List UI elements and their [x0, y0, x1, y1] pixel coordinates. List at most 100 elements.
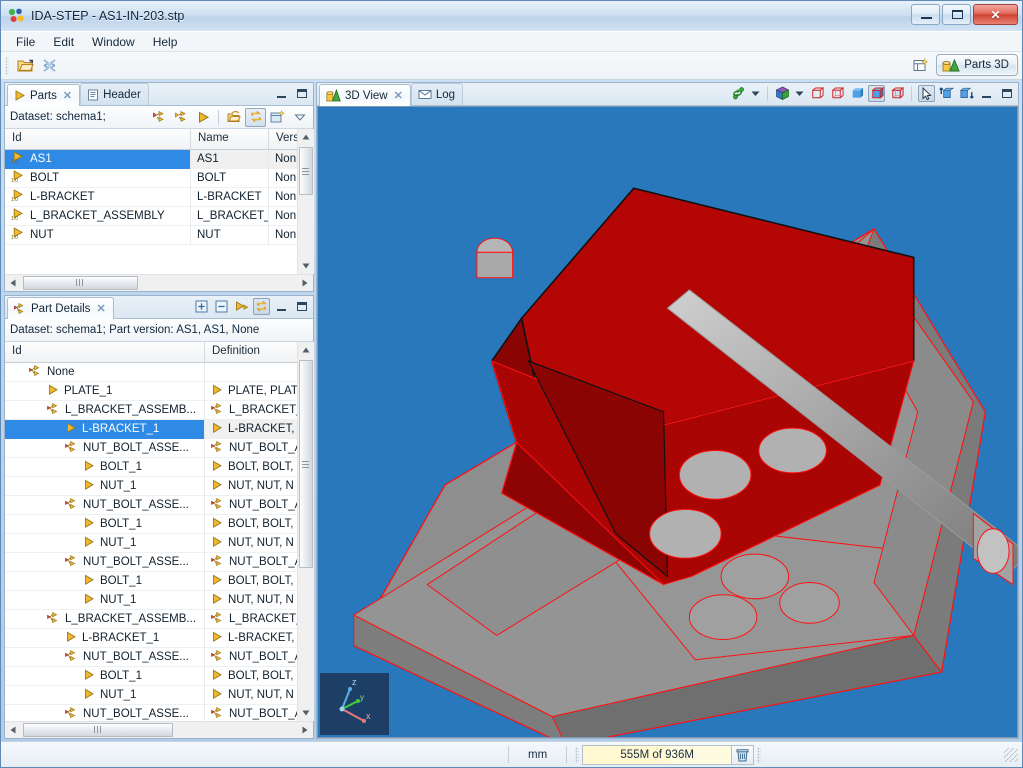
table-row[interactable]: BOLT_1 BOLT, BOLT, — [5, 666, 297, 686]
resize-grip[interactable] — [1004, 747, 1018, 762]
close-file-icon[interactable] — [37, 55, 61, 77]
collapse-all-icon[interactable] — [213, 298, 230, 315]
heap-grip[interactable] — [575, 746, 580, 763]
tab-parts[interactable]: Parts ✕ — [7, 84, 81, 106]
view-menu-icon[interactable] — [289, 108, 310, 127]
table-row[interactable]: NUT_1 NUT, NUT, N — [5, 685, 297, 705]
view-cube-dropdown-icon[interactable] — [794, 85, 805, 102]
editor-maximize-button[interactable] — [998, 85, 1015, 102]
transparent-icon[interactable] — [888, 85, 905, 102]
table-row[interactable]: PLATE_1 PLATE, PLAT — [5, 381, 297, 401]
table-row[interactable]: NUT_BOLT_ASSE... NUT_BOLT_A — [5, 495, 297, 515]
show-part-icon[interactable] — [938, 85, 955, 102]
scroll-track[interactable] — [21, 722, 297, 739]
part-details-horizontal-scrollbar[interactable] — [5, 721, 313, 738]
table-row[interactable]: BOLT_1 BOLT, BOLT, — [5, 514, 297, 534]
column-header-id[interactable]: Id — [5, 129, 191, 149]
table-row[interactable]: 1.0 AS1 AS1 Non — [5, 150, 297, 169]
parts-maximize-button[interactable] — [293, 85, 310, 102]
part-details-minimize-button[interactable] — [273, 298, 290, 315]
parts-vertical-scrollbar[interactable] — [297, 129, 314, 274]
scroll-down-icon[interactable] — [297, 258, 314, 274]
menu-file[interactable]: File — [7, 33, 44, 51]
table-row[interactable]: 1.0 L-BRACKET L-BRACKET Non — [5, 187, 297, 207]
select-tool-icon[interactable] — [918, 85, 935, 102]
minimize-button[interactable] — [911, 4, 940, 25]
tab-3d-view[interactable]: 3D View ✕ — [319, 84, 411, 106]
table-row[interactable]: L-BRACKET_1 L-BRACKET, — [5, 628, 297, 648]
open-perspective-icon[interactable] — [910, 54, 932, 76]
shaded-icon[interactable] — [848, 85, 865, 102]
scroll-right-icon[interactable] — [297, 275, 313, 291]
parts-horizontal-scrollbar[interactable] — [5, 274, 313, 291]
toolbar-grip[interactable] — [5, 56, 9, 75]
menu-edit[interactable]: Edit — [44, 33, 83, 51]
scroll-left-icon[interactable] — [5, 275, 21, 291]
scroll-track[interactable] — [297, 145, 314, 258]
scroll-thumb[interactable] — [298, 147, 313, 195]
table-row[interactable]: L_BRACKET_ASSEMB... L_BRACKET_ — [5, 400, 297, 420]
link-with-editor-icon[interactable] — [253, 298, 270, 315]
table-row[interactable]: NUT_1 NUT, NUT, N — [5, 533, 297, 553]
column-header-id[interactable]: Id — [5, 342, 205, 362]
status-grip[interactable] — [757, 746, 762, 763]
table-row[interactable]: NUT_1 NUT, NUT, N — [5, 476, 297, 496]
maximize-button[interactable] — [942, 4, 971, 25]
tab-part-details[interactable]: Part Details ✕ — [7, 297, 114, 319]
table-row[interactable]: 1.0 BOLT BOLT Non — [5, 168, 297, 188]
go-to-part-icon[interactable] — [193, 108, 214, 127]
table-row[interactable]: BOLT_1 BOLT, BOLT, — [5, 457, 297, 477]
3d-canvas[interactable]: z y x — [317, 106, 1018, 738]
trash-icon[interactable] — [732, 744, 755, 765]
column-header-name[interactable]: Name — [191, 129, 269, 149]
part-details-maximize-button[interactable] — [293, 298, 310, 315]
perspective-parts-3d[interactable]: Parts 3D — [936, 54, 1018, 76]
scroll-track[interactable] — [21, 275, 297, 292]
menu-help[interactable]: Help — [144, 33, 187, 51]
table-row[interactable]: NUT_1 NUT, NUT, N — [5, 590, 297, 610]
part-details-vertical-scrollbar[interactable] — [297, 342, 314, 721]
scroll-up-icon[interactable] — [297, 129, 314, 145]
scroll-down-icon[interactable] — [297, 705, 314, 721]
tab-log[interactable]: Log — [410, 83, 464, 105]
wireframe-icon[interactable] — [808, 85, 825, 102]
table-row[interactable]: NUT_BOLT_ASSE... NUT_BOLT_A — [5, 438, 297, 458]
rotate-dropdown-icon[interactable] — [750, 85, 761, 102]
tab-part-details-close-icon[interactable]: ✕ — [96, 302, 105, 315]
close-button[interactable]: ✕ — [973, 4, 1018, 25]
hide-part-icon[interactable] — [958, 85, 975, 102]
open-file-icon[interactable] — [13, 55, 37, 77]
collapse-dataset-icon[interactable] — [223, 108, 244, 127]
rotate-model-icon[interactable] — [730, 85, 747, 102]
link-with-editor-icon[interactable] — [245, 107, 266, 127]
scroll-right-icon[interactable] — [297, 722, 313, 738]
table-row[interactable]: L-BRACKET_1 L-BRACKET, — [5, 419, 297, 439]
table-row[interactable]: NUT_BOLT_ASSE... NUT_BOLT_A — [5, 647, 297, 667]
new-part-icon[interactable] — [267, 108, 288, 127]
table-row[interactable]: BOLT_1 BOLT, BOLT, — [5, 571, 297, 591]
scroll-thumb[interactable] — [23, 722, 173, 737]
menu-window[interactable]: Window — [83, 33, 144, 51]
table-row[interactable]: L_BRACKET_ASSEMB... L_BRACKET_ — [5, 609, 297, 629]
scroll-left-icon[interactable] — [5, 722, 21, 738]
hidden-line-icon[interactable] — [828, 85, 845, 102]
scroll-thumb[interactable] — [298, 360, 313, 568]
tab-3d-view-close-icon[interactable]: ✕ — [394, 89, 403, 102]
column-header-version[interactable]: Vers — [269, 129, 299, 149]
editor-minimize-button[interactable] — [978, 85, 995, 102]
shaded-with-edges-icon[interactable] — [868, 85, 885, 102]
scroll-thumb[interactable] — [23, 275, 138, 290]
parts-minimize-button[interactable] — [273, 85, 290, 102]
table-row[interactable]: NUT_BOLT_ASSE... NUT_BOLT_A — [5, 552, 297, 572]
next-version-icon[interactable] — [171, 108, 192, 127]
expand-all-icon[interactable] — [193, 298, 210, 315]
scroll-up-icon[interactable] — [297, 342, 314, 358]
heap-status[interactable]: 555M of 936M — [582, 744, 733, 765]
scroll-track[interactable] — [297, 358, 314, 705]
table-row[interactable]: NUT_BOLT_ASSE... NUT_BOLT_A — [5, 704, 297, 721]
tab-header[interactable]: Header — [80, 83, 149, 105]
table-row[interactable]: None — [5, 363, 297, 382]
column-header-definition[interactable]: Definition — [205, 342, 300, 362]
tab-parts-close-icon[interactable]: ✕ — [63, 89, 72, 102]
view-cube-icon[interactable] — [774, 85, 791, 102]
